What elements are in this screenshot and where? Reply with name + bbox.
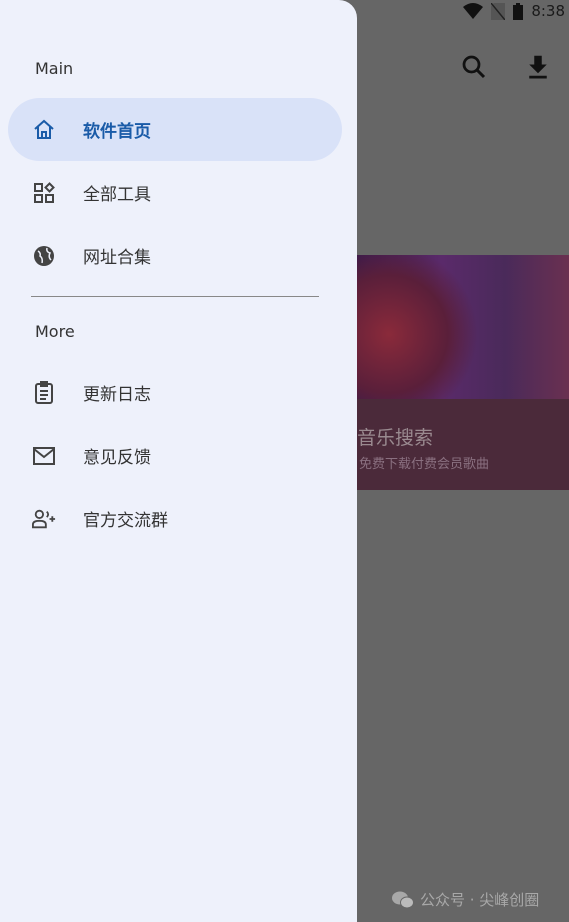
download-icon[interactable] [523, 52, 553, 82]
nav-item-label: 意见反馈 [83, 448, 151, 468]
battery-icon [513, 2, 524, 20]
nav-item-label: 更新日志 [83, 385, 151, 405]
nav-item-label: 网址合集 [83, 248, 151, 268]
nav-item-label: 软件首页 [83, 122, 151, 142]
nav-item-all-tools[interactable]: 全部工具 [8, 161, 342, 224]
no-sim-icon [491, 2, 506, 20]
search-icon[interactable] [459, 52, 489, 82]
banner-title: 音乐搜索 [357, 427, 434, 449]
music-search-card[interactable]: 音乐搜索 免费下载付费会员歌曲 [357, 255, 569, 490]
home-icon [32, 118, 56, 142]
watermark-text: 公众号 · 尖峰创圈 [420, 891, 540, 909]
nav-item-label: 全部工具 [83, 185, 151, 205]
nav-item-websites[interactable]: 网址合集 [8, 224, 342, 287]
clipboard-icon [32, 380, 56, 405]
banner-subtitle: 免费下载付费会员歌曲 [359, 457, 490, 472]
mail-icon [32, 444, 56, 468]
globe-icon [32, 244, 56, 268]
banner-image [357, 255, 569, 399]
section-title-main: Main [35, 59, 74, 78]
group-add-icon [32, 507, 56, 531]
widgets-icon [32, 181, 56, 205]
wechat-icon [392, 891, 414, 908]
nav-item-label: 官方交流群 [83, 511, 168, 531]
nav-item-changelog[interactable]: 更新日志 [8, 361, 342, 424]
wifi-icon [463, 3, 484, 19]
nav-item-feedback[interactable]: 意见反馈 [8, 424, 342, 487]
watermark: 公众号 · 尖峰创圈 [392, 889, 539, 910]
status-time: 8:38 [531, 2, 565, 20]
navigation-drawer: Main 软件首页 全部工具 网址合集 More 更新日志 意见反馈 官方交流群 [0, 0, 357, 922]
status-bar: 8:38 [463, 0, 569, 22]
section-title-more: More [35, 322, 75, 341]
divider [31, 296, 319, 297]
nav-item-home[interactable]: 软件首页 [8, 98, 342, 161]
nav-item-group-chat[interactable]: 官方交流群 [8, 487, 342, 550]
